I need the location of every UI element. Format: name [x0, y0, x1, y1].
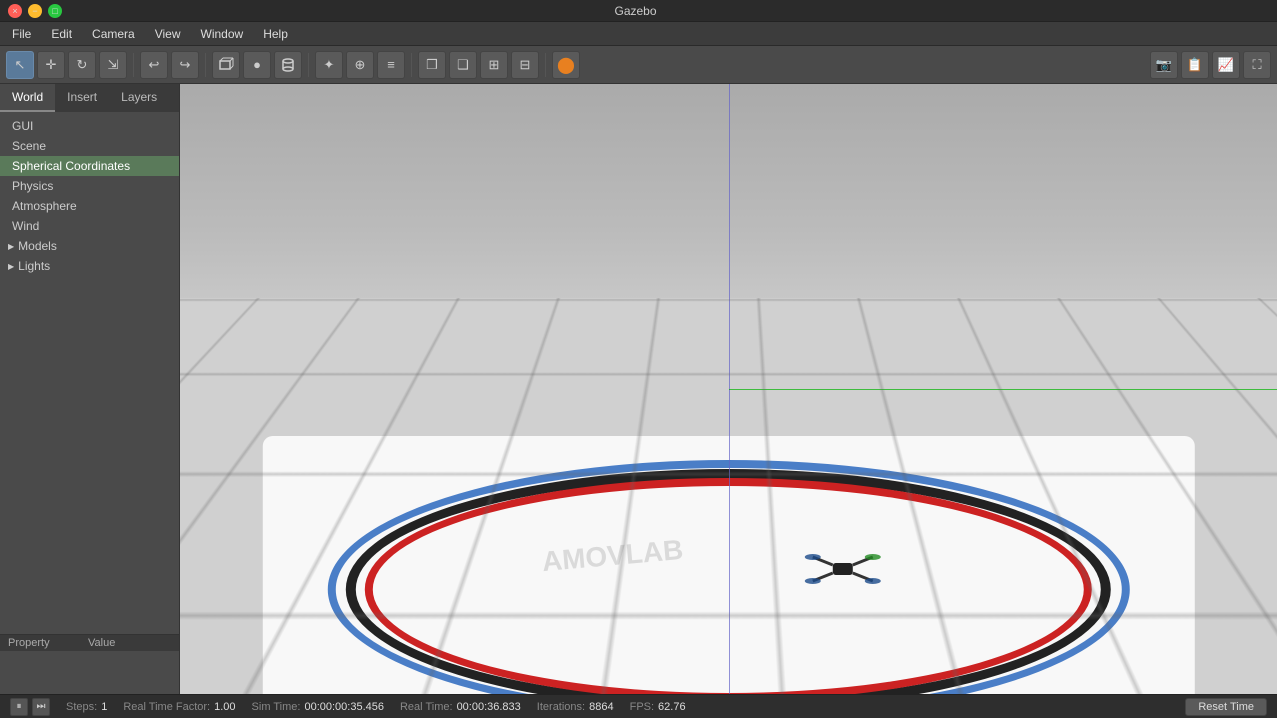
real-time-label: Real Time: — [400, 701, 453, 713]
main-area: World Insert Layers GUI Scene Spherical … — [0, 84, 1277, 694]
fps-info: FPS: 62.76 — [630, 701, 686, 713]
tab-layers[interactable]: Layers — [109, 84, 169, 112]
sidebar-item-lights[interactable]: ▶ Lights — [0, 256, 179, 276]
copy-button[interactable]: ❒ — [418, 51, 446, 79]
toolbar-separator-1 — [133, 53, 134, 77]
toolbar-separator-4 — [411, 53, 412, 77]
menu-view[interactable]: View — [147, 25, 189, 43]
minimize-button[interactable]: − — [28, 4, 42, 18]
reset-time-button[interactable]: Reset Time — [1185, 698, 1267, 716]
toolbar-separator-3 — [308, 53, 309, 77]
undo-button[interactable]: ↩ — [140, 51, 168, 79]
drone — [803, 549, 883, 589]
sidebar-tabs: World Insert Layers — [0, 84, 179, 112]
sidebar-item-spherical-coordinates[interactable]: Spherical Coordinates — [0, 156, 179, 176]
tab-insert[interactable]: Insert — [55, 84, 109, 112]
fullscreen-button[interactable]: ⛶ — [1243, 51, 1271, 79]
property-panel: Property Value — [0, 634, 179, 694]
menu-window[interactable]: Window — [193, 25, 252, 43]
triangle-icon: ▶ — [8, 242, 14, 251]
value-col: Value — [88, 637, 115, 649]
fps-value: 62.76 — [658, 701, 686, 713]
sidebar-item-scene[interactable]: Scene — [0, 136, 179, 156]
property-col: Property — [8, 637, 88, 649]
step-button[interactable]: ⏭ — [32, 698, 50, 716]
rotate-tool-button[interactable]: ↻ — [68, 51, 96, 79]
play-controls: ⏸ ⏭ — [10, 698, 50, 716]
toolbar-separator-2 — [205, 53, 206, 77]
sphere-button[interactable]: ● — [243, 51, 271, 79]
steps-label: Steps: — [66, 701, 97, 713]
realtime-factor-info: Real Time Factor: 1.00 — [123, 701, 235, 713]
models-label: Models — [18, 239, 57, 253]
menu-help[interactable]: Help — [255, 25, 296, 43]
triangle-icon: ▶ — [8, 262, 14, 271]
cylinder-button[interactable] — [274, 51, 302, 79]
sim-time-value: 00:00:00:35.456 — [304, 701, 384, 713]
sidebar-content: GUI Scene Spherical Coordinates Physics … — [0, 112, 179, 634]
sidebar-item-models[interactable]: ▶ Models — [0, 236, 179, 256]
chart-button[interactable]: 📈 — [1212, 51, 1240, 79]
iterations-info: Iterations: 8864 — [537, 701, 614, 713]
scale-tool-button[interactable]: ⇲ — [99, 51, 127, 79]
sidebar-item-physics[interactable]: Physics — [0, 176, 179, 196]
sim-time-label: Sim Time: — [252, 701, 301, 713]
box-button[interactable] — [212, 51, 240, 79]
iterations-label: Iterations: — [537, 701, 585, 713]
menubar: File Edit Camera View Window Help — [0, 22, 1277, 46]
drone-body — [833, 563, 853, 575]
paste-button[interactable]: ❑ — [449, 51, 477, 79]
sidebar-item-gui[interactable]: GUI — [0, 116, 179, 136]
titlebar: × − □ Gazebo — [0, 0, 1277, 22]
pause-button[interactable]: ⏸ — [10, 698, 28, 716]
redo-button[interactable]: ↪ — [171, 51, 199, 79]
sidebar-item-wind[interactable]: Wind — [0, 216, 179, 236]
property-header: Property Value — [0, 635, 179, 651]
spot-light-button[interactable]: ⊕ — [346, 51, 374, 79]
window-controls: × − □ — [8, 4, 62, 18]
select-tool-button[interactable]: ↖ — [6, 51, 34, 79]
steps-value: 1 — [101, 701, 107, 713]
object-button[interactable]: ⬤ — [552, 51, 580, 79]
close-button[interactable]: × — [8, 4, 22, 18]
lights-label: Lights — [18, 259, 50, 273]
horizontal-axis-line — [729, 389, 1277, 390]
point-light-button[interactable]: ✦ — [315, 51, 343, 79]
toolbar: ↖ ✛ ↻ ⇲ ↩ ↪ ● ✦ ⊕ ≡ ❒ ❑ ⊞ ⊟ ⬤ 📷 📋 📈 ⛶ — [0, 46, 1277, 84]
menu-camera[interactable]: Camera — [84, 25, 143, 43]
sidebar: World Insert Layers GUI Scene Spherical … — [0, 84, 180, 694]
snap-button[interactable]: ⊟ — [511, 51, 539, 79]
viewport[interactable]: AMOVLAB — [180, 84, 1277, 694]
real-time-value: 00:00:36.833 — [457, 701, 521, 713]
window-title: Gazebo — [614, 4, 656, 18]
align-button[interactable]: ⊞ — [480, 51, 508, 79]
fps-label: FPS: — [630, 701, 654, 713]
realtime-factor-value: 1.00 — [214, 701, 235, 713]
maximize-button[interactable]: □ — [48, 4, 62, 18]
screenshot-button[interactable]: 📷 — [1150, 51, 1178, 79]
iterations-value: 8864 — [589, 701, 613, 713]
sidebar-item-atmosphere[interactable]: Atmosphere — [0, 196, 179, 216]
tab-world[interactable]: World — [0, 84, 55, 112]
statusbar: ⏸ ⏭ Steps: 1 Real Time Factor: 1.00 Sim … — [0, 694, 1277, 718]
menu-edit[interactable]: Edit — [43, 25, 80, 43]
menu-file[interactable]: File — [4, 25, 39, 43]
toolbar-separator-5 — [545, 53, 546, 77]
dir-light-button[interactable]: ≡ — [377, 51, 405, 79]
sim-time-info: Sim Time: 00:00:00:35.456 — [252, 701, 384, 713]
realtime-factor-label: Real Time Factor: — [123, 701, 210, 713]
viewport-canvas: AMOVLAB — [180, 84, 1277, 694]
translate-tool-button[interactable]: ✛ — [37, 51, 65, 79]
real-time-info: Real Time: 00:00:36.833 — [400, 701, 521, 713]
log-button[interactable]: 📋 — [1181, 51, 1209, 79]
steps-info: Steps: 1 — [66, 701, 107, 713]
